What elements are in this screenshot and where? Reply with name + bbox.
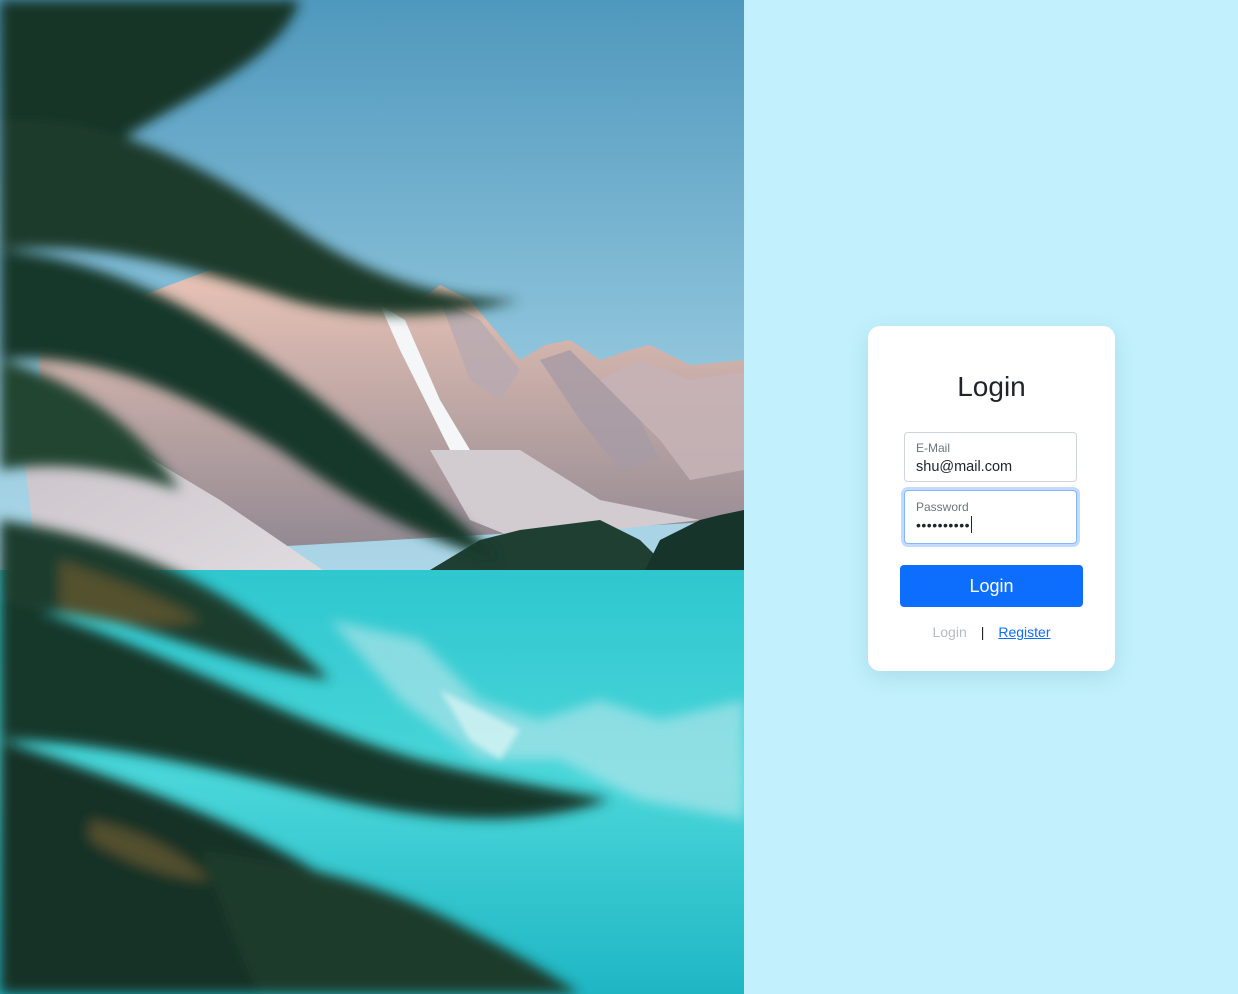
login-title: Login xyxy=(957,371,1026,402)
password-field-value[interactable]: •••••••••• xyxy=(916,516,973,534)
landscape-illustration xyxy=(0,0,744,994)
email-field-value[interactable]: shu@mail.com xyxy=(916,458,1012,476)
hero-image xyxy=(0,0,744,994)
links-separator: | xyxy=(980,624,985,640)
login-button[interactable]: Login xyxy=(900,565,1083,607)
password-field[interactable]: Password •••••••••• xyxy=(904,490,1077,544)
text-caret xyxy=(971,516,973,533)
login-link[interactable]: Login xyxy=(932,624,966,640)
login-card: Login E-Mail shu@mail.com Password •••••… xyxy=(868,326,1115,671)
password-masked-value: •••••••••• xyxy=(916,517,971,533)
register-link[interactable]: Register xyxy=(998,624,1050,640)
email-field-label: E-Mail xyxy=(916,441,951,455)
password-field-label: Password xyxy=(916,500,969,514)
right-panel: Login E-Mail shu@mail.com Password •••••… xyxy=(744,0,1238,994)
email-field[interactable]: E-Mail shu@mail.com xyxy=(904,432,1077,482)
auth-links: Login | Register xyxy=(868,623,1115,641)
page: Login E-Mail shu@mail.com Password •••••… xyxy=(0,0,1238,994)
